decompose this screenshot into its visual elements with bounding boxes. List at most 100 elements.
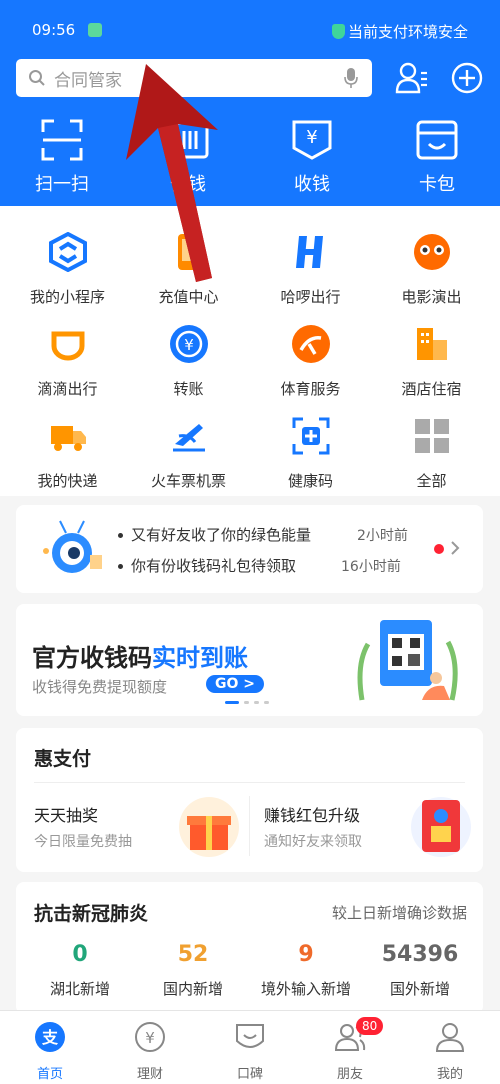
hui-title: 惠支付 (34, 748, 92, 770)
stat-value: 52 (177, 942, 209, 967)
promo-title: 官方收钱码实时到账 (32, 638, 248, 673)
covid-subtitle: 较上日新增确诊数据 (331, 904, 467, 922)
notice-text: 你有份收钱码礼包待领取 (131, 557, 297, 575)
safety-text: 当前支付环境安全 (347, 23, 468, 41)
quick-action-pay[interactable]: 付钱 (138, 118, 238, 198)
stat-label: 境外输入新增 (260, 980, 351, 998)
notice-line-1: 又有好友收了你的绿色能量 (118, 524, 311, 545)
promo-illustration (357, 620, 458, 701)
service-movie[interactable]: 电影演出 (369, 232, 494, 322)
service-label: 哈啰出行 (280, 288, 341, 306)
shield-icon (331, 24, 345, 39)
status-bar: 09:56 当前支付环境安全 (0, 0, 500, 44)
scan-icon (41, 119, 83, 161)
divider (34, 782, 465, 783)
quick-action-collect[interactable]: ¥ 收钱 (262, 118, 362, 198)
quick-action-label: 扫一扫 (35, 174, 89, 195)
notice-line-2: 你有份收钱码礼包待领取 (118, 555, 296, 576)
stat-label: 湖北新增 (49, 980, 110, 998)
alipay-home-icon: 支 (35, 1022, 65, 1052)
service-topup[interactable]: 充值中心 (126, 232, 251, 322)
tab-home[interactable]: 支 首页 (0, 1021, 100, 1082)
service-label: 滴滴出行 (37, 380, 98, 398)
notification-icon (88, 23, 102, 37)
microphone-icon[interactable] (344, 68, 358, 88)
friends-badge: 80 (356, 1017, 384, 1035)
sports-icon (291, 325, 330, 363)
search-icon (29, 70, 45, 86)
add-icon[interactable] (450, 61, 484, 95)
chevron-right-icon (451, 541, 460, 555)
service-sports[interactable]: 体育服务 (248, 324, 373, 414)
service-health-code[interactable]: 健康码 (248, 416, 373, 506)
notice-time: 2小时前 (357, 528, 408, 544)
service-label: 健康码 (287, 472, 333, 490)
service-train-plane[interactable]: 火车票机票 (126, 416, 251, 506)
pay-code-icon (167, 121, 209, 159)
transfer-icon: ¥ (169, 325, 208, 363)
service-label: 体育服务 (280, 380, 341, 398)
red-packet-icon (411, 797, 471, 857)
promo-go-button[interactable]: GO > (206, 675, 264, 693)
tab-wealth[interactable]: ¥ 理财 (100, 1021, 200, 1082)
service-hotel[interactable]: 酒店住宿 (369, 324, 494, 414)
promo-banner[interactable]: 官方收钱码实时到账 收钱得免费提现额度 GO > (16, 604, 483, 716)
payment-safety-indicator[interactable]: 当前支付环境安全 (331, 21, 468, 42)
service-label: 充值中心 (158, 288, 219, 306)
service-label: 转账 (173, 380, 204, 398)
contacts-icon[interactable] (395, 61, 429, 95)
covid-title: 抗击新冠肺炎 (34, 903, 149, 925)
covid-stats-card[interactable]: 抗击新冠肺炎 较上日新增确诊数据 0 湖北新增 52 国内新增 9 境外输入新增… (16, 882, 483, 1014)
service-label: 酒店住宿 (401, 380, 462, 398)
notice-card[interactable]: 又有好友收了你的绿色能量 2小时前 你有份收钱码礼包待领取 16小时前 (16, 505, 483, 593)
hui-item-title: 赚钱红包升级 (264, 806, 361, 825)
svg-text:¥: ¥ (306, 127, 317, 148)
tab-label: 首页 (36, 1067, 63, 1082)
gift-box-icon (179, 797, 239, 857)
tab-label: 口碑 (236, 1067, 263, 1082)
service-express[interactable]: 我的快递 (5, 416, 130, 506)
svg-text:支: 支 (41, 1028, 59, 1047)
mini-program-icon (48, 231, 87, 273)
didi-icon (51, 331, 84, 361)
carousel-indicator (244, 701, 249, 704)
train-plane-icon (172, 424, 205, 452)
status-time: 09:56 (32, 21, 76, 39)
quick-action-label: 卡包 (419, 174, 455, 195)
tab-label: 朋友 (336, 1067, 363, 1082)
quick-action-label: 付钱 (170, 174, 206, 195)
notice-time: 16小时前 (341, 559, 401, 575)
quick-action-label: 收钱 (294, 174, 330, 195)
card-wallet-icon (416, 120, 458, 160)
tab-friends[interactable]: 朋友 (300, 1021, 400, 1082)
unread-dot (434, 544, 444, 554)
svg-text:¥: ¥ (145, 1029, 155, 1047)
hui-item-subtitle: 今日限量免费抽 (34, 834, 132, 850)
tab-label: 理财 (136, 1067, 163, 1082)
tab-me[interactable]: 我的 (400, 1021, 500, 1082)
hui-item-lottery[interactable]: 天天抽奖 今日限量免费抽 (16, 784, 249, 872)
service-mini-program[interactable]: 我的小程序 (5, 231, 130, 322)
hui-item-red-packet[interactable]: 赚钱红包升级 通知好友来领取 (250, 784, 483, 872)
hotel-icon (416, 328, 447, 360)
phone-topup-icon (177, 234, 200, 270)
tab-koubei[interactable]: 口碑 (200, 1021, 300, 1082)
quick-action-cards[interactable]: 卡包 (387, 118, 487, 198)
service-all[interactable]: 全部 (369, 416, 494, 506)
stat-value: 9 (298, 942, 314, 967)
service-hellobike[interactable]: 哈啰出行 (248, 232, 373, 322)
hui-item-title: 天天抽奖 (34, 806, 99, 825)
promo-title-highlight: 实时到账 (152, 644, 248, 672)
hellobike-icon (295, 236, 323, 268)
stat-value: 54396 (381, 942, 459, 967)
service-didi[interactable]: 滴滴出行 (5, 324, 130, 414)
stat-label: 国外新增 (389, 980, 450, 998)
service-transfer[interactable]: ¥ 转账 (126, 324, 251, 414)
search-bar[interactable]: 合同管家 (16, 59, 372, 97)
quick-action-scan[interactable]: 扫一扫 (12, 118, 112, 198)
stat-value: 0 (72, 942, 88, 967)
svg-text:¥: ¥ (184, 336, 194, 354)
mascot-icon (43, 520, 102, 573)
bullet-icon (118, 564, 123, 569)
carousel-indicator-active (225, 701, 239, 704)
